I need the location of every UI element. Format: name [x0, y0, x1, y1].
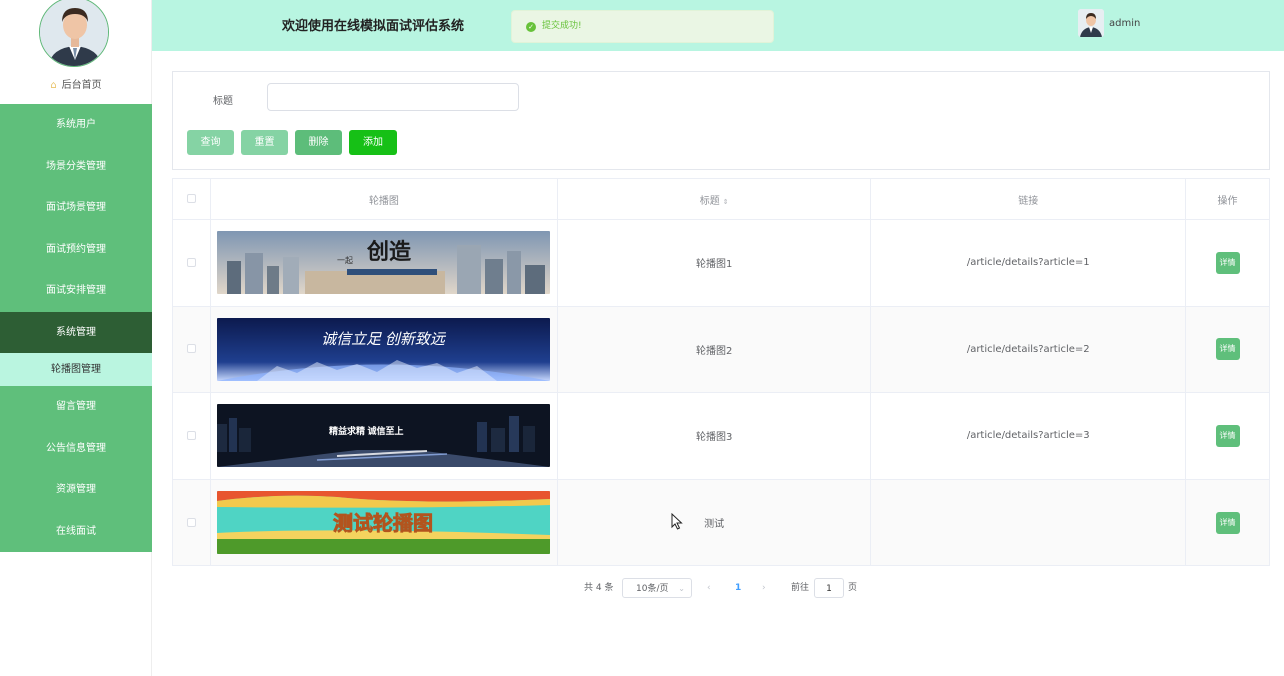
page-size-select[interactable]: 10条/页 ⌄ — [622, 578, 692, 598]
banner-text: 诚信立足 创新致远 — [322, 331, 448, 348]
column-header-action: 操作 — [1185, 178, 1270, 220]
action-cell: 详情 — [1185, 478, 1270, 567]
table-row: 精益求精 诚信至上 轮播图3 /article/details?article=… — [172, 392, 1270, 480]
column-header-title[interactable]: 标题 ⇕ — [556, 178, 872, 220]
sidebar-item-interview-scene[interactable]: 面试场景管理 — [0, 187, 152, 229]
row-checkbox[interactable] — [186, 430, 196, 440]
banner-image: 测试轮播图 — [217, 491, 551, 555]
title-search-input[interactable] — [267, 83, 519, 111]
page-suffix-label: 页 — [848, 583, 858, 593]
banner-cell: 创造 一起 — [209, 219, 558, 307]
sidebar-item-system-users[interactable]: 系统用户 — [0, 104, 152, 146]
table-header-row: 轮播图 标题 ⇕ 链接 操作 — [172, 178, 1270, 220]
goto-page-input[interactable]: 1 — [814, 578, 844, 598]
sidebar-item-scene-category[interactable]: 场景分类管理 — [0, 145, 152, 187]
title-cell: 测试 — [556, 478, 872, 567]
goto-label: 前往 — [791, 583, 810, 593]
detail-button[interactable]: 详情 — [1215, 511, 1240, 534]
table-row: 测试轮播图 测试 详情 — [172, 478, 1270, 567]
action-cell: 详情 — [1185, 305, 1270, 394]
link-cell: /article/details?article=3 — [870, 392, 1187, 480]
banner-image: 精益求精 诚信至上 — [217, 404, 551, 468]
banner-cell: 测试轮播图 — [209, 478, 558, 567]
title-cell: 轮播图1 — [556, 219, 872, 307]
banner-text: 精益求精 诚信至上 — [329, 425, 404, 436]
sidebar-subitem-banner-management[interactable]: 轮播图管理 — [0, 353, 152, 386]
top-header: 欢迎使用在线模拟面试评估系统 ✓ 提交成功! admin — [152, 0, 1284, 51]
page-number-current[interactable]: 1 — [735, 578, 741, 598]
sidebar-home-label: 后台首页 — [61, 80, 102, 91]
search-panel: 标题 查询 重置 删除 添加 — [172, 71, 1270, 170]
admin-avatar — [39, 0, 109, 67]
success-toast: ✓ 提交成功! — [511, 10, 774, 43]
link-cell — [870, 478, 1187, 567]
title-cell: 轮播图2 — [556, 305, 872, 394]
action-cell: 详情 — [1185, 219, 1270, 307]
banner-table: 轮播图 标题 ⇕ 链接 操作 创造 一起 轮播图1 /article/detai… — [172, 178, 1270, 567]
column-header-link: 链接 — [870, 178, 1187, 220]
row-select-cell[interactable] — [172, 478, 211, 567]
banner-subtext: 一起 — [337, 256, 353, 265]
title-cell: 轮播图3 — [556, 392, 872, 480]
select-all-checkbox[interactable] — [186, 194, 196, 203]
banner-cell: 精益求精 诚信至上 — [209, 392, 558, 480]
row-select-cell[interactable] — [172, 219, 211, 307]
sidebar: ⌂ 后台首页 系统用户 场景分类管理 面试场景管理 面试预约管理 面试安排管理 系… — [0, 0, 152, 676]
sidebar-item-interview-schedule[interactable]: 面试安排管理 — [0, 270, 152, 312]
row-checkbox[interactable] — [186, 344, 196, 354]
check-circle-icon: ✓ — [526, 22, 536, 32]
sidebar-item-system-management[interactable]: 系统管理 — [0, 311, 152, 353]
banner-image: 创造 一起 — [217, 231, 551, 295]
table-row: 创造 一起 轮播图1 /article/details?article=1 详情 — [172, 219, 1270, 307]
reset-button[interactable]: 重置 — [241, 130, 288, 155]
next-page-button[interactable]: › — [762, 578, 766, 598]
page-title: 欢迎使用在线模拟面试评估系统 — [282, 19, 465, 34]
mouse-cursor-icon — [671, 513, 683, 530]
column-header-image: 轮播图 — [209, 178, 558, 220]
chevron-down-icon: ⌄ — [678, 584, 685, 593]
column-header-title-label: 标题 — [699, 195, 720, 207]
sidebar-item-interview-booking[interactable]: 面试预约管理 — [0, 228, 152, 270]
row-select-cell[interactable] — [172, 305, 211, 394]
pagination-total: 共 4 条 — [584, 583, 614, 593]
detail-button[interactable]: 详情 — [1215, 424, 1240, 447]
username[interactable]: admin — [1109, 18, 1140, 29]
row-select-cell[interactable] — [172, 392, 211, 480]
page-size-value: 10条/页 — [636, 584, 669, 594]
home-icon: ⌂ — [50, 80, 57, 91]
banner-image: 诚信立足 创新致远 — [217, 317, 551, 381]
add-button[interactable]: 添加 — [349, 130, 397, 155]
banner-text: 创造 — [366, 239, 411, 264]
detail-button[interactable]: 详情 — [1215, 338, 1240, 361]
table-row: 诚信立足 创新致远 轮播图2 /article/details?article=… — [172, 305, 1270, 394]
toast-message: 提交成功! — [542, 21, 582, 31]
query-button[interactable]: 查询 — [187, 130, 234, 155]
banner-cell: 诚信立足 创新致远 — [209, 305, 558, 394]
sidebar-item-online-interview[interactable]: 在线面试 — [0, 510, 152, 552]
delete-button[interactable]: 删除 — [295, 130, 342, 155]
title-filter-label: 标题 — [213, 96, 233, 107]
sidebar-home-link[interactable]: ⌂ 后台首页 — [0, 76, 152, 94]
banner-text: 测试轮播图 — [333, 511, 433, 535]
sort-icon[interactable]: ⇕ — [723, 198, 729, 206]
sidebar-item-announcements[interactable]: 公告信息管理 — [0, 427, 152, 469]
row-checkbox[interactable] — [186, 257, 196, 267]
sidebar-item-resources[interactable]: 资源管理 — [0, 469, 152, 511]
detail-button[interactable]: 详情 — [1215, 251, 1240, 274]
select-all-cell[interactable] — [172, 178, 211, 220]
prev-page-button[interactable]: ‹ — [707, 578, 711, 598]
action-cell: 详情 — [1185, 392, 1270, 480]
sidebar-item-messages[interactable]: 留言管理 — [0, 386, 152, 428]
link-cell: /article/details?article=2 — [870, 305, 1187, 394]
user-avatar[interactable] — [1078, 9, 1104, 37]
row-checkbox[interactable] — [186, 517, 196, 527]
sidebar-menu: 系统用户 场景分类管理 面试场景管理 面试预约管理 面试安排管理 系统管理 轮播… — [0, 104, 152, 552]
link-cell: /article/details?article=1 — [870, 219, 1187, 307]
